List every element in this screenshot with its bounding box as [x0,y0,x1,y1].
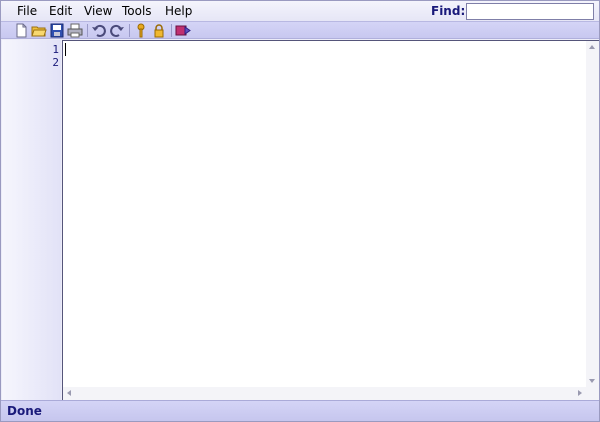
save-icon[interactable] [49,23,65,38]
vertical-scrollbar[interactable] [586,41,599,387]
text-editor-area[interactable] [62,40,599,400]
line-number: 2 [52,56,59,69]
scroll-left-icon[interactable] [67,390,71,396]
line-number: 1 [52,43,59,56]
scroll-down-icon[interactable] [589,379,595,383]
toolbar-separator [171,24,172,37]
key-icon[interactable] [133,23,149,38]
menu-tools[interactable]: Tools [122,4,152,19]
undo-icon[interactable] [91,23,107,38]
find-input[interactable] [466,3,594,20]
status-text: Done [7,404,42,418]
menu-file[interactable]: File [17,4,37,19]
new-file-icon[interactable] [13,23,29,38]
lock-icon[interactable] [151,23,167,38]
menu-help[interactable]: Help [165,4,192,19]
text-caret [65,43,66,56]
menu-view[interactable]: View [84,4,112,19]
find-label: Find: [431,4,466,18]
toolbar-separator [129,24,130,37]
run-macro-icon[interactable] [175,23,191,38]
toolbar-separator [87,24,88,37]
line-number-gutter: 1 2 [2,40,61,400]
scrollbar-corner [586,387,599,400]
scroll-right-icon[interactable] [578,390,582,396]
scroll-up-icon[interactable] [589,45,595,49]
redo-icon[interactable] [109,23,125,38]
print-icon[interactable] [67,23,83,38]
toolbar [1,21,599,39]
menu-bar: File Edit View Tools Help Find: [1,1,599,21]
editor-window: File Edit View Tools Help Find: 1 2 Done [0,0,600,422]
open-folder-icon[interactable] [31,23,47,38]
menu-edit[interactable]: Edit [49,4,72,19]
horizontal-scrollbar[interactable] [63,387,586,400]
status-bar: Done [1,400,599,421]
